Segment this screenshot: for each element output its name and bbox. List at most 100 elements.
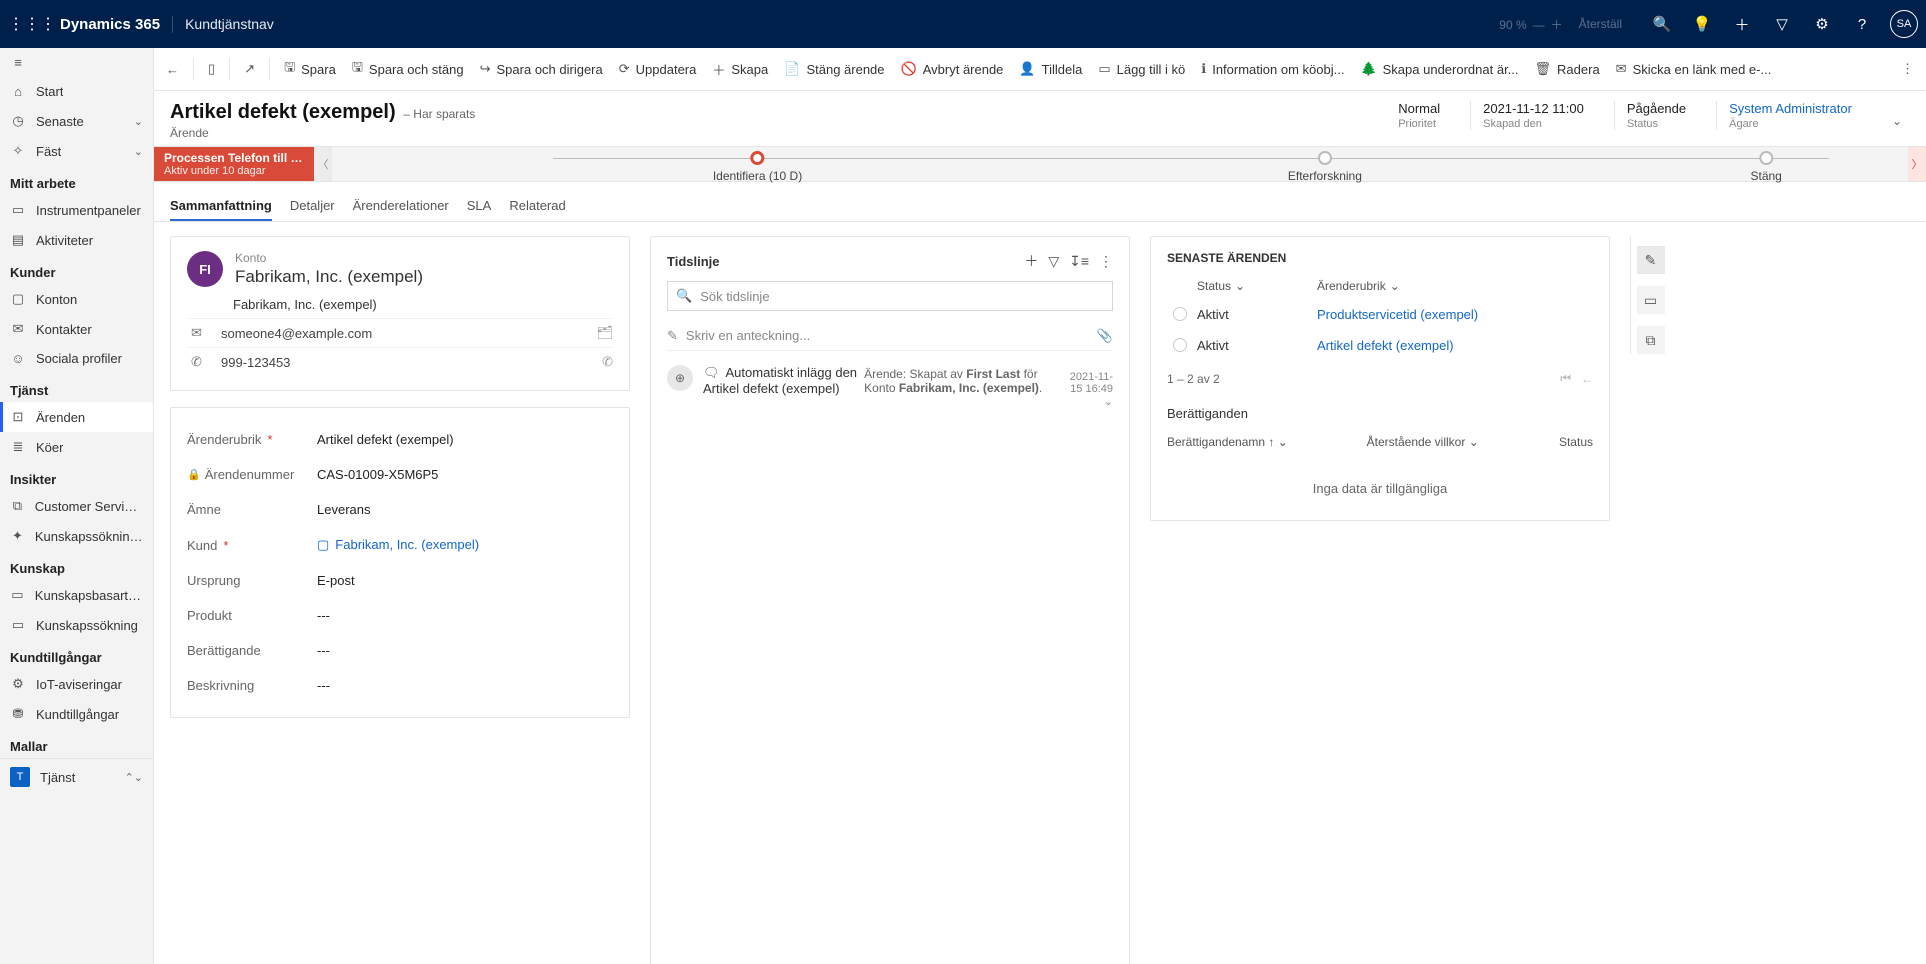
cmd-button[interactable]: ＋Skapa (704, 52, 776, 86)
form-row[interactable]: Berättigande--- (187, 633, 613, 668)
sidenav-item-fäst[interactable]: ✧Fäst⌄ (0, 136, 153, 166)
cmd-button[interactable]: 🖫Spara (276, 52, 344, 86)
search-icon[interactable]: 🔍 (1642, 15, 1682, 33)
email-action-icon[interactable]: 🗂 (596, 325, 613, 341)
header-field: System AdministratorÄgare (1716, 101, 1864, 130)
assistant-pencil-icon[interactable]: ✎ (1637, 246, 1665, 274)
attach-icon[interactable]: 📎 (1097, 328, 1113, 344)
recent-case-row[interactable]: AktivtProduktservicetid (exempel) (1167, 299, 1593, 330)
sidenav-item[interactable]: ✉Kontakter (0, 314, 153, 344)
recent-case-row[interactable]: AktivtArtikel defekt (exempel) (1167, 330, 1593, 361)
sidenav-item[interactable]: ⧉Customer Service ... (0, 491, 153, 521)
sidenav-item[interactable]: ▢Konton (0, 284, 153, 314)
process-pill[interactable]: Processen Telefon till äre... Aktiv unde… (154, 147, 314, 181)
account-card: FI Konto Fabrikam, Inc. (exempel) Fabrik… (170, 236, 630, 391)
form-row[interactable]: ÄmneLeverans (187, 492, 613, 527)
process-stage[interactable]: Stäng (1750, 151, 1781, 183)
assistant-book-icon[interactable]: ▭ (1637, 286, 1665, 314)
process-prev-button[interactable]: 〈 (314, 147, 332, 181)
zoom-reset[interactable]: Återställ (1579, 17, 1622, 31)
sidenav-item[interactable]: ⊡Ärenden (0, 402, 153, 432)
avatar[interactable]: SA (1890, 10, 1918, 38)
sidenav-item[interactable]: ✦Kunskapssökning ... (0, 521, 153, 551)
waffle-icon[interactable]: ⋮⋮⋮ (8, 14, 48, 34)
row-select[interactable] (1173, 338, 1187, 352)
form-row[interactable]: Kund*▢Fabrikam, Inc. (exempel) (187, 527, 613, 563)
nav-icon: ▢ (10, 291, 26, 307)
cmd-button[interactable]: 👤Tilldela (1011, 52, 1090, 86)
sidenav-item-start[interactable]: ⌂Start (0, 77, 153, 106)
overflow-button[interactable]: ⋮ (1893, 55, 1922, 83)
form-row[interactable]: Beskrivning--- (187, 668, 613, 703)
timeline-search[interactable]: 🔍 Sök tidslinje (667, 281, 1113, 311)
account-phone[interactable]: 999-123453 (221, 355, 290, 370)
timeline-sort-icon[interactable]: ↧≡ (1069, 253, 1089, 270)
recent-col-title[interactable]: Ärenderubrik⌄ (1317, 279, 1593, 293)
sidenav-item[interactable]: ▭Kunskapsbasartiklar (0, 580, 153, 610)
timeline-add-icon[interactable]: ＋ (1024, 251, 1038, 271)
record-set-button[interactable]: ▯ (200, 55, 223, 83)
row-select[interactable] (1173, 307, 1187, 321)
cmd-button[interactable]: 🗑Radera (1527, 52, 1608, 86)
hamburger-icon[interactable]: ≡ (0, 48, 153, 77)
help-icon[interactable]: ? (1842, 16, 1882, 33)
add-icon[interactable]: ＋ (1722, 14, 1762, 35)
sidenav-item[interactable]: ☺Sociala profiler (0, 344, 153, 373)
account-linkname[interactable]: Fabrikam, Inc. (exempel) (233, 297, 613, 312)
expand-header-button[interactable]: ⌄ (1884, 110, 1910, 132)
back-button[interactable]: ← (158, 56, 187, 83)
assistant-kb-icon[interactable]: ⧉ (1637, 326, 1665, 354)
phone-action-icon[interactable]: ✆ (602, 354, 613, 370)
tab[interactable]: Ärenderelationer (353, 192, 449, 221)
brand[interactable]: Dynamics 365 (48, 16, 173, 33)
sidenav-item[interactable]: ▭Kunskapssökning (0, 610, 153, 640)
filter-icon[interactable]: ▽ (1762, 15, 1802, 33)
pager-prev-icon[interactable]: ← (1581, 372, 1593, 386)
bulb-icon[interactable]: 💡 (1682, 15, 1722, 33)
sidenav-item[interactable]: ≣Köer (0, 432, 153, 462)
sidenav-item[interactable]: ▭Instrumentpaneler (0, 195, 153, 225)
process-stage[interactable]: Efterforskning (1288, 151, 1362, 183)
ent-col-name[interactable]: Berättigandenamn ↑ ⌄ (1167, 435, 1367, 449)
area-switcher[interactable]: T Tjänst ⌃⌄ (0, 758, 153, 795)
sidenav-item[interactable]: ⛃Kundtillgångar (0, 699, 153, 729)
saved-label: – Har sparats (403, 107, 475, 121)
cmd-button[interactable]: ▭Lägg till i kö (1090, 52, 1193, 86)
process-next-button[interactable]: 〉 (1908, 147, 1926, 181)
tab[interactable]: Relaterad (509, 192, 565, 221)
module-name[interactable]: Kundtjänstnav (185, 16, 274, 32)
cmd-button[interactable]: ℹInformation om köobj... (1193, 52, 1352, 86)
cmd-button[interactable]: 📄Stäng ärende (776, 52, 892, 86)
account-email[interactable]: someone4@example.com (221, 326, 372, 341)
cmd-button[interactable]: 🚫Avbryt ärende (893, 52, 1012, 86)
cmd-button[interactable]: ⟳Uppdatera (611, 52, 705, 86)
ent-col-status[interactable]: Status (1533, 435, 1593, 449)
tab[interactable]: SLA (467, 192, 492, 221)
nav-icon: ✦ (10, 528, 25, 544)
cmd-button[interactable]: ↪Spara och dirigera (472, 52, 611, 86)
form-row[interactable]: UrsprungE-post (187, 563, 613, 598)
pager-first-icon[interactable]: ⏮ (1560, 371, 1571, 386)
cmd-button[interactable]: 🖫Spara och stäng (344, 52, 472, 86)
form-row[interactable]: Ärenderubrik*Artikel defekt (exempel) (187, 422, 613, 457)
popout-button[interactable]: ↗ (236, 55, 263, 83)
account-name[interactable]: Fabrikam, Inc. (exempel) (235, 267, 423, 287)
timeline-note-input[interactable]: ✎ Skriv en anteckning... 📎 (667, 321, 1113, 351)
sidenav-item-senaste[interactable]: ◷Senaste⌄ (0, 106, 153, 136)
timeline-item[interactable]: ⊕ 🗨Automatiskt inlägg den Artikel defekt… (667, 365, 1113, 964)
form-row[interactable]: Produkt--- (187, 598, 613, 633)
gear-icon[interactable]: ⚙ (1802, 15, 1842, 33)
tab[interactable]: Detaljer (290, 192, 335, 221)
tab[interactable]: Sammanfattning (170, 192, 272, 221)
ent-col-remaining[interactable]: Återstående villkor ⌄ (1367, 435, 1533, 449)
process-stage[interactable]: Identifiera (10 D) (713, 151, 802, 183)
form-row[interactable]: 🔒ÄrendenummerCAS-01009-X5M6P5 (187, 457, 613, 492)
sidenav-item[interactable]: ▤Aktiviteter (0, 225, 153, 255)
cmd-button[interactable]: ✉Skicka en länk med e-... (1608, 52, 1780, 86)
cmd-button[interactable]: 🌲Skapa underordnat är... (1352, 52, 1526, 86)
recent-col-status[interactable]: Status⌄ (1197, 279, 1317, 293)
timeline-filter-icon[interactable]: ▽ (1048, 253, 1059, 270)
nav-icon: ▭ (10, 202, 26, 218)
sidenav-item[interactable]: ⚙IoT-aviseringar (0, 669, 153, 699)
timeline-more-icon[interactable]: ⋮ (1099, 253, 1113, 270)
